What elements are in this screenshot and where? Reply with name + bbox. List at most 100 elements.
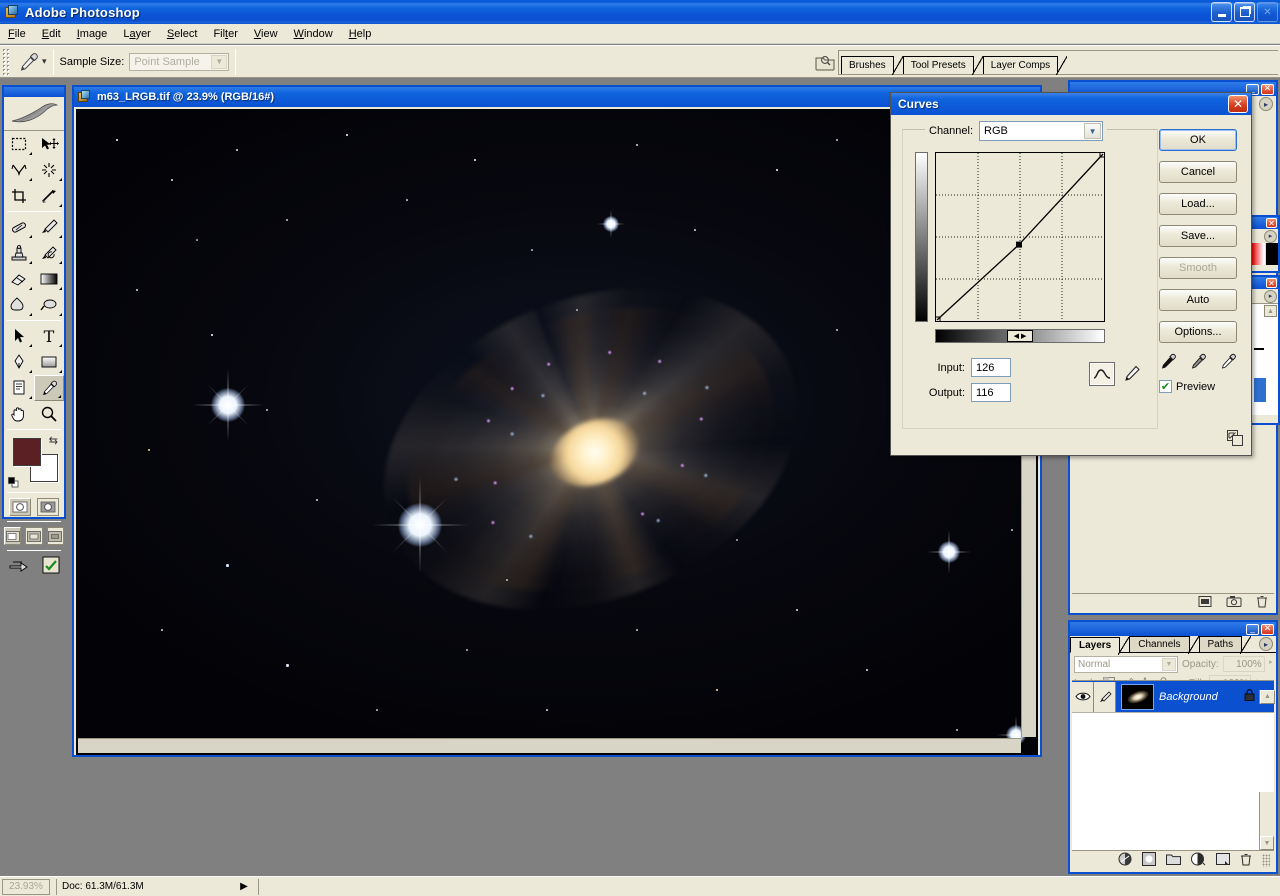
sample-size-select[interactable]: Point Sample ▼ bbox=[129, 52, 230, 71]
menu-view[interactable]: View bbox=[246, 26, 286, 42]
channel-select[interactable]: RGB ▼ bbox=[979, 121, 1104, 141]
quick-mask-mode-icon[interactable] bbox=[37, 498, 59, 516]
chevron-down-icon[interactable]: ▾ bbox=[42, 56, 47, 67]
zoom-level-field[interactable]: 23.93% bbox=[2, 878, 50, 895]
menu-layer[interactable]: Layer bbox=[115, 26, 159, 42]
curves-dialog-titlebar[interactable]: Curves ✕ bbox=[891, 93, 1251, 115]
cancel-button[interactable]: Cancel bbox=[1159, 161, 1237, 183]
close-palette-button[interactable]: ✕ bbox=[1261, 83, 1274, 95]
menu-image[interactable]: Image bbox=[69, 26, 116, 42]
pencil-curve-tool-icon[interactable] bbox=[1121, 362, 1143, 386]
close-icon[interactable]: ✕ bbox=[1266, 278, 1277, 288]
ok-button[interactable]: OK bbox=[1159, 129, 1237, 151]
palette-menu-button[interactable]: ▸ bbox=[1259, 637, 1273, 651]
close-palette-button[interactable]: ✕ bbox=[1261, 623, 1274, 635]
well-tab-tool-presets[interactable]: Tool Presets bbox=[902, 55, 983, 75]
well-tab-layer-comps[interactable]: Layer Comps bbox=[982, 55, 1068, 75]
clone-stamp-icon[interactable] bbox=[4, 240, 34, 266]
eye-icon[interactable] bbox=[1072, 681, 1094, 712]
restore-button[interactable] bbox=[1234, 2, 1255, 22]
zoom-icon[interactable] bbox=[34, 401, 64, 427]
menu-edit[interactable]: Edit bbox=[34, 26, 69, 42]
standard-screen-icon[interactable] bbox=[4, 527, 22, 545]
new-snapshot-icon[interactable] bbox=[1226, 595, 1242, 611]
resize-grid-icon[interactable] bbox=[1227, 430, 1243, 449]
toolbox-titlebar[interactable] bbox=[4, 87, 64, 97]
color-ramp[interactable] bbox=[1252, 243, 1278, 265]
save-button[interactable]: Save... bbox=[1159, 225, 1237, 247]
hand-icon[interactable] bbox=[4, 401, 34, 427]
eyedropper-icon[interactable] bbox=[34, 375, 64, 401]
default-colors-icon[interactable] bbox=[8, 477, 19, 488]
tab-paths[interactable]: Paths bbox=[1198, 636, 1251, 654]
palette-menu-button[interactable]: ▸ bbox=[1264, 289, 1277, 303]
rectangle-shape-icon[interactable] bbox=[34, 349, 64, 375]
new-document-from-state-icon[interactable] bbox=[1198, 595, 1212, 611]
layers-palette-titlebar[interactable]: _ ✕ bbox=[1070, 622, 1276, 636]
canvas-horizontal-scrollbar[interactable] bbox=[78, 738, 1021, 753]
status-menu-arrow-icon[interactable]: ▶ bbox=[236, 879, 252, 895]
menu-filter[interactable]: Filter bbox=[205, 26, 245, 42]
palette-resize-grip[interactable] bbox=[1262, 854, 1270, 867]
layers-vertical-scrollbar[interactable]: ▲ bbox=[1259, 689, 1275, 704]
preview-checkbox[interactable]: ✔ bbox=[1159, 380, 1172, 393]
tab-channels[interactable]: Channels bbox=[1129, 636, 1199, 654]
type-icon[interactable]: T bbox=[34, 323, 64, 349]
chevron-down-icon[interactable]: ▼ bbox=[211, 54, 228, 69]
chevron-down-icon[interactable]: ▼ bbox=[1162, 657, 1176, 671]
close-icon[interactable]: ✕ bbox=[1266, 218, 1277, 228]
path-selection-icon[interactable] bbox=[4, 323, 34, 349]
layers-scroll-track[interactable]: ▼ bbox=[1259, 792, 1274, 850]
options-bar-grip[interactable] bbox=[2, 47, 9, 76]
new-layer-mask-icon[interactable] bbox=[1142, 852, 1156, 869]
brush-icon[interactable] bbox=[34, 214, 64, 240]
gradient-icon[interactable] bbox=[34, 266, 64, 292]
curve-grid-toggle[interactable]: ◀ ▶ bbox=[1007, 330, 1033, 342]
curves-plot[interactable] bbox=[934, 151, 1106, 323]
lasso-icon[interactable] bbox=[4, 157, 34, 183]
scroll-up-icon[interactable]: ▲ bbox=[1264, 305, 1277, 317]
jump-to-imageready-icon[interactable] bbox=[8, 556, 32, 577]
swap-colors-icon[interactable]: ⇆ bbox=[49, 434, 58, 447]
smooth-button[interactable]: Smooth bbox=[1159, 257, 1237, 279]
new-layer-icon[interactable] bbox=[1216, 852, 1230, 869]
imageready-icon[interactable] bbox=[42, 556, 60, 577]
tab-layers[interactable]: Layers bbox=[1070, 637, 1130, 655]
move-icon[interactable] bbox=[34, 131, 64, 157]
set-white-point-icon[interactable] bbox=[1219, 353, 1237, 374]
dodge-icon[interactable] bbox=[34, 292, 64, 318]
output-field[interactable]: 116 bbox=[971, 383, 1011, 402]
input-field[interactable]: 126 bbox=[971, 358, 1011, 377]
blur-icon[interactable] bbox=[4, 292, 34, 318]
file-browser-icon[interactable] bbox=[812, 49, 838, 75]
slice-icon[interactable] bbox=[34, 183, 64, 209]
opacity-value[interactable]: 100% ▸ bbox=[1222, 656, 1273, 672]
new-adjustment-layer-icon[interactable] bbox=[1191, 852, 1206, 869]
chevron-right-icon[interactable]: ▸ bbox=[1269, 658, 1273, 666]
magic-wand-icon[interactable] bbox=[34, 157, 64, 183]
minimize-button[interactable] bbox=[1211, 2, 1232, 22]
menu-select[interactable]: Select bbox=[159, 26, 206, 42]
full-screen-menubar-icon[interactable] bbox=[25, 527, 43, 545]
menu-help[interactable]: Help bbox=[341, 26, 380, 42]
menu-window[interactable]: Window bbox=[286, 26, 341, 42]
new-group-icon[interactable] bbox=[1166, 853, 1181, 868]
crop-icon[interactable] bbox=[4, 183, 34, 209]
minimize-palette-button[interactable]: _ bbox=[1246, 623, 1259, 635]
well-tab-brushes[interactable]: Brushes bbox=[841, 55, 903, 75]
brush-icon[interactable] bbox=[1094, 681, 1116, 712]
standard-mask-mode-icon[interactable] bbox=[9, 498, 31, 516]
set-black-point-icon[interactable] bbox=[1159, 353, 1177, 374]
foreground-color-swatch[interactable] bbox=[13, 438, 41, 466]
delete-layer-icon[interactable] bbox=[1240, 853, 1252, 869]
scroll-up-icon[interactable]: ▲ bbox=[1260, 689, 1275, 704]
palette-menu-button[interactable]: ▸ bbox=[1264, 229, 1277, 243]
notes-icon[interactable] bbox=[4, 375, 34, 401]
pen-icon[interactable] bbox=[4, 349, 34, 375]
table-row[interactable]: Background ▲ bbox=[1072, 681, 1275, 713]
history-brush-icon[interactable] bbox=[34, 240, 64, 266]
layer-style-icon[interactable] bbox=[1118, 852, 1132, 869]
palette-menu-button[interactable]: ▸ bbox=[1259, 97, 1273, 111]
full-screen-icon[interactable] bbox=[46, 527, 64, 545]
auto-button[interactable]: Auto bbox=[1159, 289, 1237, 311]
